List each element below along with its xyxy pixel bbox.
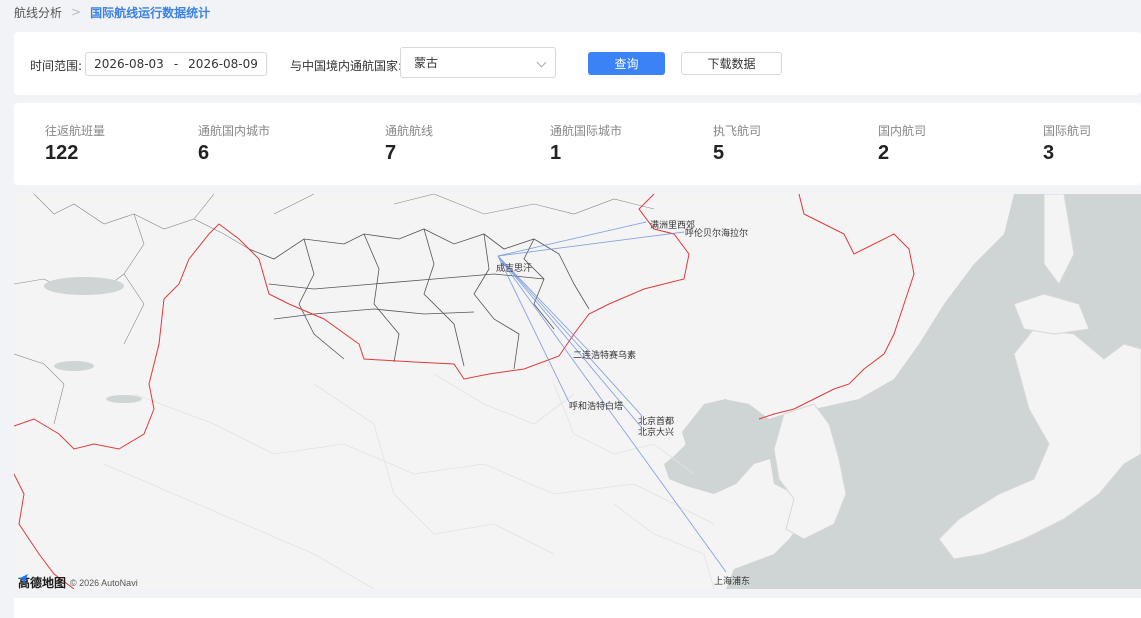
query-button[interactable]: 查询 xyxy=(588,52,665,75)
stat-domestic-airlines: 国内航司 2 xyxy=(878,103,1018,185)
route-map[interactable]: 成吉思汗 满洲里西郊 呼伦贝尔海拉尔 二连浩特赛乌素 呼和浩特白塔 北京首都 北… xyxy=(14,194,1141,589)
map-label-hohhot[interactable]: 呼和浩特白塔 xyxy=(569,400,623,412)
map-label-beijing-daxing[interactable]: 北京大兴 xyxy=(638,426,674,438)
lake-shape xyxy=(106,395,142,403)
breadcrumb: 航线分析 > 国际航线运行数据统计 xyxy=(14,4,210,20)
stat-international-airlines: 国际航司 3 xyxy=(1043,103,1141,185)
date-end[interactable]: 2026-08-09 xyxy=(188,57,258,71)
country-label: 与中国境内通航国家: xyxy=(290,59,403,73)
lake-shape xyxy=(54,361,94,371)
china-border xyxy=(14,473,75,589)
breadcrumb-current-page: 国际航线运行数据统计 xyxy=(90,5,211,20)
russia-region-borders xyxy=(14,194,655,425)
filter-panel: 时间范围: 2026-08-03 - 2026-08-09 与中国境内通航国家:… xyxy=(14,32,1141,95)
stat-label: 国际航司 xyxy=(1043,124,1092,138)
map-copyright: © 2026 AutoNavi xyxy=(70,577,138,588)
route-shanghai xyxy=(497,255,727,573)
map-label-erenhot[interactable]: 二连浩特赛乌素 xyxy=(573,349,636,361)
map-canvas: 成吉思汗 满洲里西郊 呼伦贝尔海拉尔 二连浩特赛乌素 呼和浩特白塔 北京首都 北… xyxy=(14,194,1141,589)
chevron-right-icon: > xyxy=(71,5,82,19)
route-beijing-capital xyxy=(497,255,643,417)
stats-panel: 往返航班量 122 通航国内城市 6 通航航线 7 通航国际城市 1 执飞航司 … xyxy=(14,103,1141,185)
route-hailar xyxy=(497,231,685,257)
map-label-hailar[interactable]: 呼伦贝尔海拉尔 xyxy=(685,227,748,239)
stat-label: 国内航司 xyxy=(878,124,927,138)
country-select-value: 蒙古 xyxy=(414,56,439,70)
stat-round-trip-flights: 往返航班量 122 xyxy=(45,103,185,185)
bottom-panel xyxy=(14,598,1141,618)
stat-domestic-cities: 通航国内城市 6 xyxy=(198,103,338,185)
stat-label: 通航国内城市 xyxy=(198,124,271,138)
country-select[interactable]: 蒙古 xyxy=(400,47,556,78)
map-label-beijing-capital[interactable]: 北京首都 xyxy=(638,415,674,427)
stat-value: 6 xyxy=(198,142,210,164)
route-manzhouli xyxy=(497,221,647,257)
navigation-arrow-icon xyxy=(18,574,28,584)
stat-label: 执飞航司 xyxy=(713,124,762,138)
stat-international-cities: 通航国际城市 1 xyxy=(550,103,690,185)
map-logo: 高德地图 © 2026 AutoNavi xyxy=(18,574,138,589)
stat-label: 往返航班量 xyxy=(45,124,106,138)
stat-value: 2 xyxy=(878,142,890,164)
stat-value: 122 xyxy=(45,142,79,164)
date-range-picker[interactable]: 2026-08-03 - 2026-08-09 xyxy=(85,52,267,76)
map-label-ulaanbaatar[interactable]: 成吉思汗 xyxy=(496,262,532,274)
lake-shape xyxy=(44,277,124,295)
stat-label: 通航航线 xyxy=(385,124,434,138)
stat-value: 1 xyxy=(550,142,562,164)
flight-routes xyxy=(497,221,727,573)
stat-label: 通航国际城市 xyxy=(550,124,623,138)
time-range-label: 时间范围: xyxy=(30,59,83,73)
download-data-button[interactable]: 下载数据 xyxy=(681,52,782,75)
date-separator: - xyxy=(173,57,179,71)
stat-value: 5 xyxy=(713,142,725,164)
map-label-shanghai[interactable]: 上海浦东 xyxy=(714,575,750,587)
stat-value: 7 xyxy=(385,142,397,164)
stat-operating-airlines: 执飞航司 5 xyxy=(713,103,853,185)
breadcrumb-route-analysis[interactable]: 航线分析 xyxy=(14,4,62,21)
date-start[interactable]: 2026-08-03 xyxy=(94,57,164,71)
chevron-down-icon xyxy=(536,57,547,68)
stat-routes: 通航航线 7 xyxy=(385,103,525,185)
stat-value: 3 xyxy=(1043,142,1055,164)
mongolia-aimag-borders xyxy=(248,228,590,370)
